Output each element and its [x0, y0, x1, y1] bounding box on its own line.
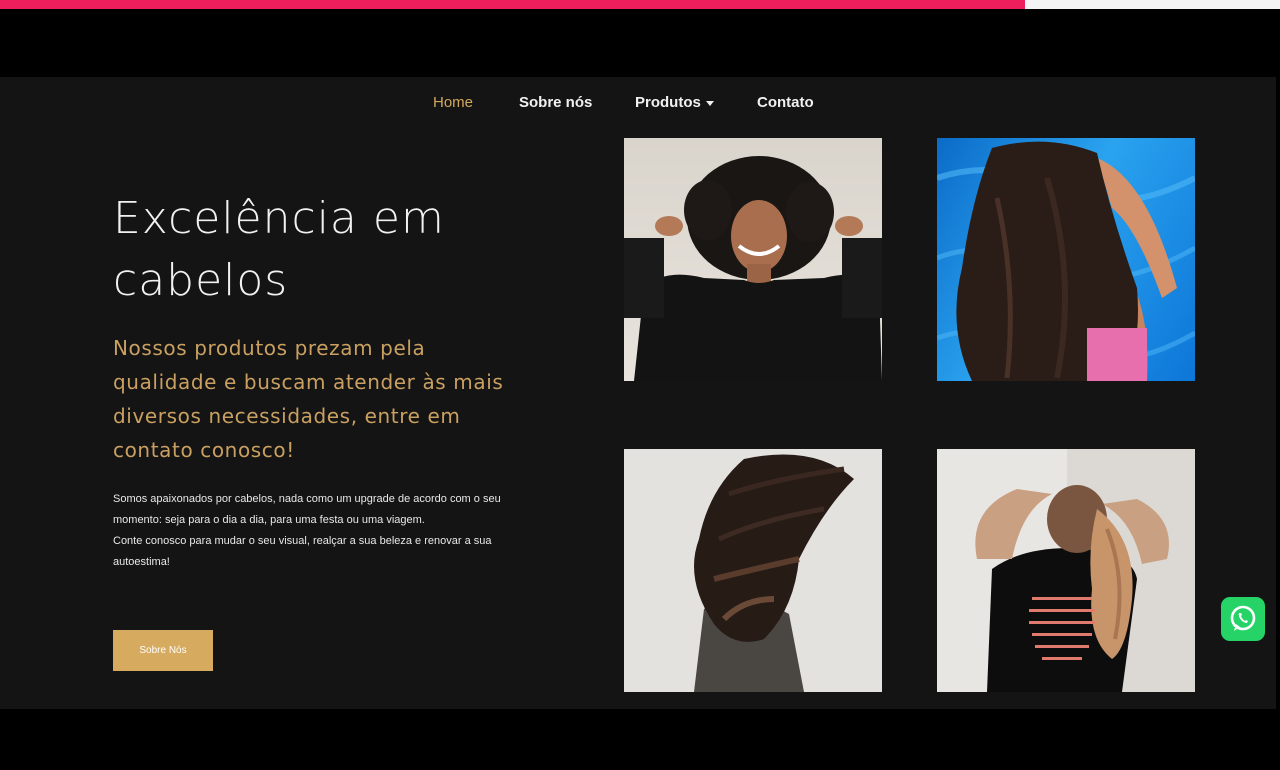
- photo-pool-hair: [937, 138, 1195, 381]
- top-accent-bar: [0, 0, 1025, 9]
- hero-body: Somos apaixonados por cabelos, nada como…: [113, 489, 508, 573]
- photo-curly-hair: [624, 138, 882, 381]
- hero-body-paragraph-2: Conte conosco para mudar o seu visual, r…: [113, 535, 492, 568]
- photo-hair-flip: [624, 449, 882, 692]
- hero-title-line1: Excelência em: [113, 193, 445, 244]
- nav-sobre-nos[interactable]: Sobre nós: [519, 94, 592, 111]
- nav-home[interactable]: Home: [433, 94, 473, 111]
- top-white-bar: [1015, 0, 1280, 9]
- chevron-down-icon: [705, 100, 714, 106]
- hero-body-paragraph-1: Somos apaixonados por cabelos, nada como…: [113, 493, 501, 526]
- nav-produtos[interactable]: Produtos: [635, 94, 714, 111]
- footer-band: [0, 709, 1280, 770]
- whatsapp-icon: [1230, 605, 1256, 631]
- hero-title-line2: cabelos: [113, 255, 289, 306]
- nav-contato[interactable]: Contato: [757, 94, 814, 111]
- hero-subtitle: Nossos produtos prezam pela qualidade e …: [113, 336, 504, 462]
- nav-produtos-label: Produtos: [635, 94, 701, 111]
- hero-title: Excelência em cabelos: [113, 188, 513, 312]
- photo-wavy-hair-back: [937, 449, 1195, 692]
- sobre-nos-button[interactable]: Sobre Nós: [113, 630, 213, 671]
- main-nav: Home Sobre nós Produtos Contato: [0, 94, 1280, 118]
- whatsapp-button[interactable]: [1221, 597, 1265, 641]
